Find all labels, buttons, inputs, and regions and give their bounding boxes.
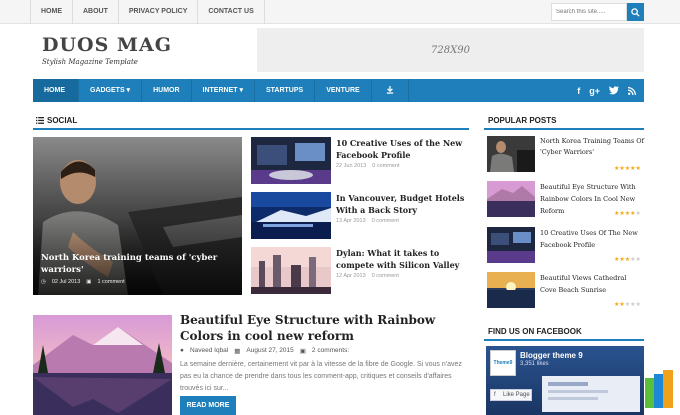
featured-post[interactable]: North Korea training teams of 'cyber war… xyxy=(33,137,242,295)
nav-item-internet[interactable]: INTERNET ▾ xyxy=(192,79,255,102)
post-comments[interactable]: 2 comments: xyxy=(312,347,349,355)
popular-2-image xyxy=(487,181,535,217)
side-post-3-thumb[interactable] xyxy=(251,247,331,294)
side-post-2-comments[interactable]: 0 comment xyxy=(372,218,399,224)
side-post-1-title[interactable]: 10 Creative Uses of the New Facebook Pro… xyxy=(336,137,466,161)
site-branding: DUOS MAG Stylish Magazine Template xyxy=(42,34,172,66)
side-post-1-meta: 22 Jun 2013 0 comment xyxy=(336,163,400,169)
search-input[interactable] xyxy=(551,3,627,21)
side-post-1-date: 22 Jun 2013 xyxy=(336,163,367,169)
facebook-likes: 3,351 likes xyxy=(520,361,549,367)
popular-3-image xyxy=(487,227,535,263)
featured-comments[interactable]: 1 comment xyxy=(97,279,124,285)
popular-posts-header: POPULAR POSTS xyxy=(484,114,644,130)
popular-1-image xyxy=(487,136,535,172)
side-post-2-image xyxy=(251,192,331,239)
facebook-like-icon: f xyxy=(494,392,496,398)
top-link-contact[interactable]: CONTACT US xyxy=(197,0,265,24)
facebook-like-label: Like Page xyxy=(503,392,530,398)
facebook-like-button[interactable]: f Like Page xyxy=(490,389,532,401)
side-post-2-date: 13 Apr 2013 xyxy=(336,218,366,224)
nav-item-startups[interactable]: STARTUPS xyxy=(255,79,316,102)
popular-1-thumb[interactable] xyxy=(487,136,535,172)
calendar-icon: ▦ xyxy=(234,348,241,355)
post-title[interactable]: Beautiful Eye Structure with Rainbow Col… xyxy=(180,312,470,344)
facebook-page-preview xyxy=(542,376,640,412)
read-more-button[interactable]: READ MORE xyxy=(180,396,236,415)
side-post-3-title[interactable]: Dylan: What it takes to compete with Sil… xyxy=(336,247,466,271)
nav-item-humor[interactable]: HUMOR xyxy=(142,79,192,102)
nav-item-download[interactable] xyxy=(372,79,409,102)
popular-3-rating: ★★★★★ xyxy=(614,257,641,263)
popular-2-thumb[interactable] xyxy=(487,181,535,217)
popular-4-rating: ★★★★★ xyxy=(614,302,641,308)
side-post-3-comments[interactable]: 0 comment xyxy=(372,273,399,279)
side-post-3-date: 12 Apr 2013 xyxy=(336,273,366,279)
post-image xyxy=(33,315,172,415)
side-post-1-thumb[interactable] xyxy=(251,137,331,184)
clock-icon: ◷ xyxy=(41,279,46,285)
side-post-1-comments[interactable]: 0 comment xyxy=(372,163,399,169)
featured-meta: ◷ 02 Jul 2013 ▣ 1 comment xyxy=(41,279,125,285)
top-links: HOME ABOUT PRIVACY POLICY CONTACT US xyxy=(30,0,265,24)
popular-3-title[interactable]: 10 Creative Uses Of The New Facebook Pro… xyxy=(540,227,644,251)
top-link-privacy[interactable]: PRIVACY POLICY xyxy=(117,0,197,24)
social-section-header: SOCIAL xyxy=(33,114,469,130)
twitter-icon[interactable] xyxy=(609,86,619,95)
download-icon xyxy=(386,86,393,94)
facebook-page-box[interactable]: Theme9 Blogger theme 9 3,351 likes f Lik… xyxy=(486,346,644,415)
search-icon xyxy=(631,7,640,17)
popular-2-rating: ★★★★★ xyxy=(614,211,641,217)
top-link-home[interactable]: HOME xyxy=(30,0,72,24)
corner-books-graphic xyxy=(645,370,673,408)
site-logo[interactable]: DUOS MAG xyxy=(42,34,172,56)
popular-4-image xyxy=(487,272,535,308)
post-date: August 27, 2015 xyxy=(246,347,294,354)
featured-title[interactable]: North Korea training teams of 'cyber war… xyxy=(41,252,221,276)
nav-item-home[interactable]: HOME xyxy=(33,79,79,102)
comment-icon: ▣ xyxy=(299,348,306,355)
section-title: SOCIAL xyxy=(47,116,78,125)
author-icon: ● xyxy=(180,347,184,354)
side-post-2-meta: 13 Apr 2013 0 comment xyxy=(336,218,399,224)
list-icon xyxy=(36,117,44,124)
side-post-1-image xyxy=(251,137,331,184)
nav-item-venture[interactable]: VENTURE xyxy=(315,79,372,102)
search-button[interactable] xyxy=(627,3,644,21)
popular-posts-title: POPULAR POSTS xyxy=(488,116,557,125)
popular-4-thumb[interactable] xyxy=(487,272,535,308)
google-plus-icon[interactable]: g+ xyxy=(589,86,600,96)
popular-1-rating: ★★★★★ xyxy=(614,166,641,172)
facebook-icon[interactable]: f xyxy=(577,86,580,96)
side-post-2-thumb[interactable] xyxy=(251,192,331,239)
featured-date: 02 Jul 2013 xyxy=(51,279,81,285)
rss-icon[interactable] xyxy=(628,86,636,95)
side-post-3-image xyxy=(251,247,331,294)
side-post-3-meta: 12 Apr 2013 0 comment xyxy=(336,273,399,279)
post-thumb[interactable] xyxy=(33,315,172,415)
post-meta: ● Naveed Iqbal ▦ August 27, 2015 ▣ 2 commen… xyxy=(180,347,349,355)
popular-1-title[interactable]: North Korea Training Teams Of 'Cyber War… xyxy=(540,136,644,158)
facebook-widget-header: FIND US ON FACEBOOK xyxy=(484,325,644,341)
facebook-page-name[interactable]: Blogger theme 9 xyxy=(520,351,583,360)
nav-socials: f g+ xyxy=(577,79,636,102)
side-post-2-title[interactable]: In Vancouver, Budget Hotels With a Back … xyxy=(336,192,466,216)
post-excerpt: La semaine dernière, certainement vit pa… xyxy=(180,361,462,392)
ad-size-label: 728X90 xyxy=(431,44,470,56)
search-form xyxy=(551,3,644,21)
facebook-widget-title: FIND US ON FACEBOOK xyxy=(488,327,582,336)
site-tagline: Stylish Magazine Template xyxy=(42,58,138,66)
post-author[interactable]: Naveed Iqbal xyxy=(190,347,228,355)
comment-icon: ▣ xyxy=(86,279,92,285)
top-bar: HOME ABOUT PRIVACY POLICY CONTACT US xyxy=(0,0,680,24)
top-link-about[interactable]: ABOUT xyxy=(72,0,118,24)
main-nav: HOME GADGETS ▾ HUMOR INTERNET ▾ STARTUPS… xyxy=(33,79,644,102)
header-ad-banner[interactable]: 728X90 xyxy=(257,28,644,72)
popular-3-thumb[interactable] xyxy=(487,227,535,263)
nav-item-gadgets[interactable]: GADGETS ▾ xyxy=(79,79,143,102)
facebook-page-logo: Theme9 xyxy=(490,350,516,376)
popular-4-title[interactable]: Beautiful Views Cathedral Cove Beach Sun… xyxy=(540,272,644,296)
